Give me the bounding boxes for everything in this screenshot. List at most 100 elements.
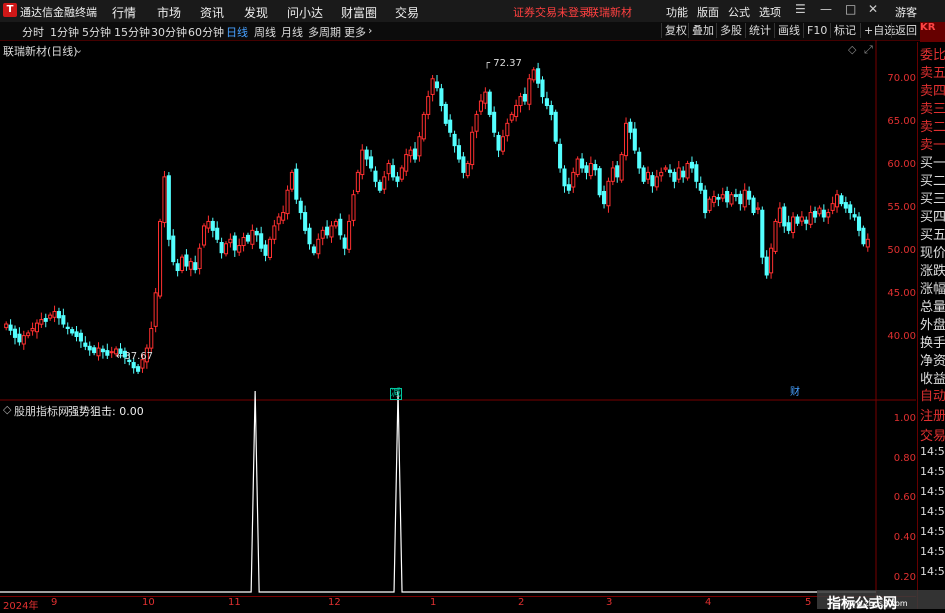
menu-formula[interactable]: 公式: [728, 4, 750, 20]
quote-label: 涨幅: [920, 282, 945, 297]
period-5min[interactable]: 5分钟: [82, 24, 111, 40]
period-timeline[interactable]: 分时: [22, 24, 44, 40]
tool-back[interactable]: 返回: [891, 23, 920, 38]
candle-body: [96, 347, 101, 357]
period-daily[interactable]: 日线: [226, 24, 248, 40]
price-tick: 40.00: [887, 331, 916, 342]
candle-body: [698, 182, 703, 191]
stock-link[interactable]: 联瑞新材: [588, 4, 632, 20]
candle-body: [188, 261, 193, 270]
sub-panel-title: 股朋指标网: [14, 405, 69, 418]
candle-body: [311, 246, 316, 254]
high-arrow-icon: ┌: [484, 58, 491, 69]
date-tick: 5: [805, 597, 812, 608]
low-value: 37.67: [124, 351, 154, 362]
app-logo-icon: T: [3, 3, 17, 17]
candle-body: [448, 119, 453, 133]
login-warning[interactable]: 证券交易未登录: [513, 4, 590, 20]
guest-label[interactable]: 游客: [895, 4, 917, 20]
sub-panel-toggle-icon[interactable]: ◇: [3, 403, 11, 416]
sidebar-action[interactable]: 自动: [920, 385, 945, 404]
candle-body: [109, 351, 114, 354]
candle-body: [786, 222, 791, 231]
candle-body: [830, 203, 835, 211]
candle-body: [175, 263, 180, 272]
period-60min[interactable]: 60分钟: [188, 24, 224, 40]
chevron-right-icon[interactable]: ›: [368, 24, 372, 37]
quote-label: 卖五: [920, 66, 945, 81]
candle-body: [733, 194, 738, 197]
period-more[interactable]: 更多: [344, 24, 366, 40]
tool-overlay[interactable]: 叠加: [688, 23, 717, 38]
menu-layout[interactable]: 版面: [697, 4, 719, 20]
candle-body: [61, 315, 66, 325]
price-tick: 55.00: [887, 202, 916, 213]
quote-label: 涨跌: [920, 264, 945, 279]
candle-body: [404, 154, 409, 172]
tick-time: 14:56: [920, 545, 945, 558]
candle-body: [443, 103, 448, 124]
candle-body: [30, 327, 35, 332]
quote-label: 买四: [920, 210, 945, 225]
candle-body: [452, 133, 457, 147]
candle-body: [39, 319, 44, 325]
tool-f10[interactable]: F10: [803, 23, 830, 38]
candle-body: [4, 323, 9, 329]
settings-icon[interactable]: ☰: [795, 2, 806, 16]
menu-market[interactable]: 市场: [157, 4, 181, 21]
period-weekly[interactable]: 周线: [254, 24, 276, 40]
candle-body: [245, 234, 251, 242]
candle-body: [782, 206, 787, 227]
candle-body: [399, 167, 404, 180]
menu-discover[interactable]: 发现: [244, 4, 268, 21]
sub-tick: 0.20: [893, 572, 916, 583]
candle-body: [21, 335, 26, 345]
menu-options[interactable]: 选项: [759, 4, 781, 20]
candle-body: [549, 105, 554, 115]
event-marker-reduce[interactable]: 减: [390, 388, 402, 400]
price-chart[interactable]: [0, 40, 916, 596]
tool-draw[interactable]: 画线: [774, 23, 803, 38]
period-1min[interactable]: 1分钟: [50, 24, 79, 40]
maximize-icon[interactable]: □: [845, 2, 856, 16]
menu-trade[interactable]: 交易: [395, 4, 419, 21]
menu-quotes[interactable]: 行情: [112, 4, 136, 21]
period-monthly[interactable]: 月线: [281, 24, 303, 40]
sidebar-action[interactable]: 交易: [920, 425, 945, 444]
event-marker-finance[interactable]: 财: [790, 388, 800, 398]
period-30min[interactable]: 30分钟: [151, 24, 187, 40]
tool-adjust[interactable]: 复权: [661, 23, 690, 38]
candle-body: [509, 113, 514, 121]
candle-body: [632, 128, 637, 151]
period-15min[interactable]: 15分钟: [114, 24, 150, 40]
candle-body: [237, 245, 242, 253]
candle-body: [694, 164, 699, 182]
candle-body: [791, 216, 796, 234]
candle-body: [360, 149, 365, 176]
menu-function[interactable]: 功能: [666, 4, 688, 20]
menu-ask[interactable]: 问小达: [287, 4, 323, 21]
tool-mark[interactable]: 标记: [830, 23, 859, 38]
candle-body: [654, 176, 659, 188]
close-icon[interactable]: ✕: [868, 2, 878, 16]
period-multi[interactable]: 多周期: [308, 24, 341, 40]
quote-label: 现价: [920, 246, 945, 261]
right-badge[interactable]: KR: [920, 22, 945, 42]
candle-body: [439, 88, 444, 107]
tool-multi-stock[interactable]: 多股: [716, 23, 745, 38]
candle-body: [804, 219, 809, 224]
tool-stats[interactable]: 统计: [745, 23, 774, 38]
minimize-icon[interactable]: —: [820, 2, 832, 16]
menu-wealth[interactable]: 财富圈: [341, 4, 377, 21]
candle-body: [852, 214, 857, 218]
candle-body: [584, 165, 589, 173]
candle-body: [153, 292, 158, 327]
candle-body: [738, 193, 743, 205]
date-tick: 11: [228, 597, 241, 608]
candle-body: [720, 194, 725, 199]
date-tick: 9: [51, 597, 58, 608]
sidebar-action[interactable]: 注册: [920, 405, 945, 424]
menu-news[interactable]: 资讯: [200, 4, 224, 21]
candle-body: [628, 121, 633, 133]
quote-label: 总量: [920, 300, 945, 315]
